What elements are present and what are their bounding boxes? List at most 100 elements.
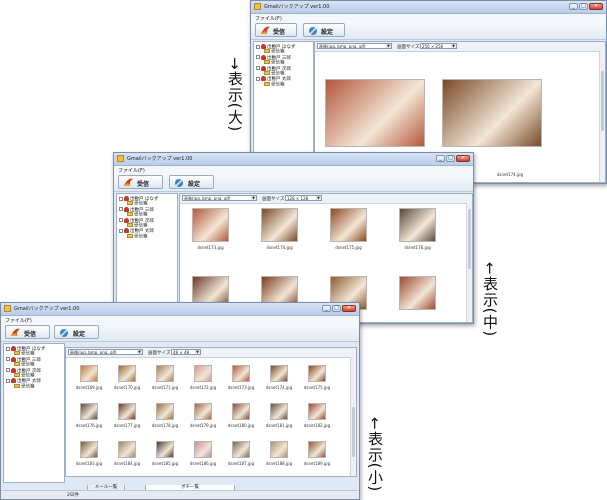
expand-icon[interactable]	[6, 346, 10, 351]
image-thumbnail[interactable]	[308, 403, 326, 420]
thumbnail-caption: dsnet174.jpg	[266, 245, 293, 250]
scrollbar-thumb[interactable]	[601, 71, 604, 131]
app-icon	[4, 305, 11, 312]
thumbnail-caption: dsnet183.jpg	[75, 461, 103, 466]
image-thumbnail[interactable]	[399, 208, 436, 242]
receive-button[interactable]: 受信	[5, 325, 50, 339]
title-bar[interactable]: Gmailバックアップ ver1.00 _ □ ×	[1, 303, 359, 316]
thumbnail-caption: dsnet173.jpg	[227, 385, 255, 390]
receive-icon	[260, 26, 270, 34]
tree-inbox-node[interactable]: 受信箱	[14, 383, 35, 391]
image-thumbnail[interactable]	[118, 403, 136, 420]
image-thumbnail[interactable]	[325, 79, 425, 147]
image-thumbnail[interactable]	[118, 365, 136, 382]
scrollbar-thumb[interactable]	[352, 407, 355, 457]
image-thumbnail[interactable]	[192, 208, 229, 242]
image-thumbnail[interactable]	[308, 365, 326, 382]
folder-icon	[264, 81, 270, 86]
image-thumbnail[interactable]	[270, 365, 288, 382]
expand-icon[interactable]	[119, 228, 123, 233]
thumbnail-caption: dsnet176.jpg	[404, 245, 431, 250]
image-thumbnail[interactable]	[194, 365, 212, 382]
image-type-value: 画像(jpg, bmp, png, gif)	[184, 196, 231, 201]
tree-inbox-node[interactable]: 受信箱	[127, 233, 148, 241]
folder-icon	[14, 373, 20, 377]
image-thumbnail[interactable]	[194, 441, 212, 458]
folder-icon	[14, 383, 20, 388]
image-thumbnail[interactable]	[232, 441, 250, 458]
close-button[interactable]: ×	[456, 155, 470, 162]
receive-button[interactable]: 受信	[255, 23, 297, 37]
image-thumbnail[interactable]	[232, 403, 250, 420]
close-button[interactable]: ×	[342, 305, 356, 312]
image-thumbnail[interactable]	[232, 365, 250, 382]
maximize-button[interactable]: □	[579, 3, 588, 10]
thumbnail-caption: dsnet175.jpg	[303, 385, 331, 390]
expand-icon[interactable]	[256, 76, 260, 81]
vertical-scrollbar[interactable]	[599, 51, 605, 182]
folder-icon	[127, 223, 133, 227]
image-thumbnail[interactable]	[118, 441, 136, 458]
account-tree: 出敷戸 ほなず 受信箱 出敷戸 三郎 受信箱 出敷戸 次郎 受信箱 出敷戸 太郎 受信箱	[3, 343, 65, 483]
settings-label: 設定	[188, 181, 201, 188]
image-thumbnail[interactable]	[156, 403, 174, 420]
scrollbar-thumb[interactable]	[468, 209, 471, 269]
expand-icon[interactable]	[119, 196, 123, 201]
image-type-select[interactable]: 画像(jpg, bmp, png, gif) ▼	[182, 195, 257, 201]
image-thumbnail[interactable]	[308, 441, 326, 458]
thumbnail-caption: dsnet170.jpg	[113, 385, 141, 390]
thumbnail-caption: dsnet186.jpg	[189, 461, 217, 466]
thumbnail-caption: dsnet188.jpg	[265, 461, 293, 466]
minimize-button[interactable]: _	[322, 305, 331, 312]
user-icon	[11, 356, 16, 362]
minimize-button[interactable]: _	[436, 155, 445, 162]
expand-icon[interactable]	[256, 66, 260, 71]
image-thumbnail[interactable]	[261, 208, 298, 242]
expand-icon[interactable]	[256, 44, 260, 49]
title-bar[interactable]: Gmailバックアップ ver1.00 _ □ ×	[251, 1, 606, 14]
title-bar[interactable]: Gmailバックアップ ver1.00 _ □ ×	[114, 153, 473, 166]
image-thumbnail[interactable]	[442, 79, 542, 147]
receive-button[interactable]: 受信	[118, 175, 163, 189]
image-thumbnail[interactable]	[270, 403, 288, 420]
image-thumbnail[interactable]	[270, 441, 288, 458]
tree-inbox-node[interactable]: 受信箱	[264, 81, 285, 89]
expand-icon[interactable]	[119, 218, 123, 223]
maximize-button[interactable]: □	[332, 305, 341, 312]
image-thumbnail[interactable]	[156, 441, 174, 458]
expand-icon[interactable]	[6, 357, 10, 362]
expand-icon[interactable]	[256, 55, 260, 60]
image-size-select[interactable]: 48 × 48 ▼	[171, 349, 201, 355]
callout-medium-view: ←表示(中)	[481, 262, 499, 338]
filter-bar: 画像(jpg, bmp, png, gif) ▼ 画面サイズ 48 × 48 ▼	[66, 348, 356, 358]
image-thumbnail[interactable]	[330, 208, 367, 242]
settings-button[interactable]: 設定	[169, 175, 214, 189]
image-thumbnail[interactable]	[80, 365, 98, 382]
image-size-select[interactable]: 256 × 256 ▼	[420, 43, 457, 49]
image-type-value: 画像(jpg, bmp, png, gif)	[319, 44, 366, 49]
image-thumbnail[interactable]	[399, 276, 436, 310]
user-icon	[124, 228, 129, 234]
image-size-select[interactable]: 128 × 128 ▼	[285, 195, 322, 201]
tree-node-label: 受信箱	[134, 234, 148, 240]
expand-icon[interactable]	[6, 378, 10, 383]
vertical-scrollbar[interactable]	[466, 203, 472, 322]
image-thumbnail[interactable]	[80, 403, 98, 420]
maximize-button[interactable]: □	[446, 155, 455, 162]
close-button[interactable]: ×	[589, 3, 603, 10]
image-thumbnail[interactable]	[80, 441, 98, 458]
image-type-select[interactable]: 画像(jpg, bmp, png, gif) ▼	[68, 349, 143, 355]
image-thumbnail[interactable]	[156, 365, 174, 382]
settings-button[interactable]: 設定	[303, 23, 345, 37]
image-thumbnail[interactable]	[194, 403, 212, 420]
image-type-select[interactable]: 画像(jpg, bmp, png, gif) ▼	[317, 43, 392, 49]
expand-icon[interactable]	[6, 368, 10, 373]
vertical-scrollbar[interactable]	[350, 357, 356, 476]
folder-icon	[127, 212, 133, 217]
expand-icon[interactable]	[119, 207, 123, 212]
folder-icon	[127, 201, 133, 206]
thumbnail-caption: dsnet179.jpg	[189, 423, 217, 428]
minimize-button[interactable]: _	[569, 3, 578, 10]
settings-button[interactable]: 設定	[54, 325, 99, 339]
settings-icon	[175, 179, 183, 187]
